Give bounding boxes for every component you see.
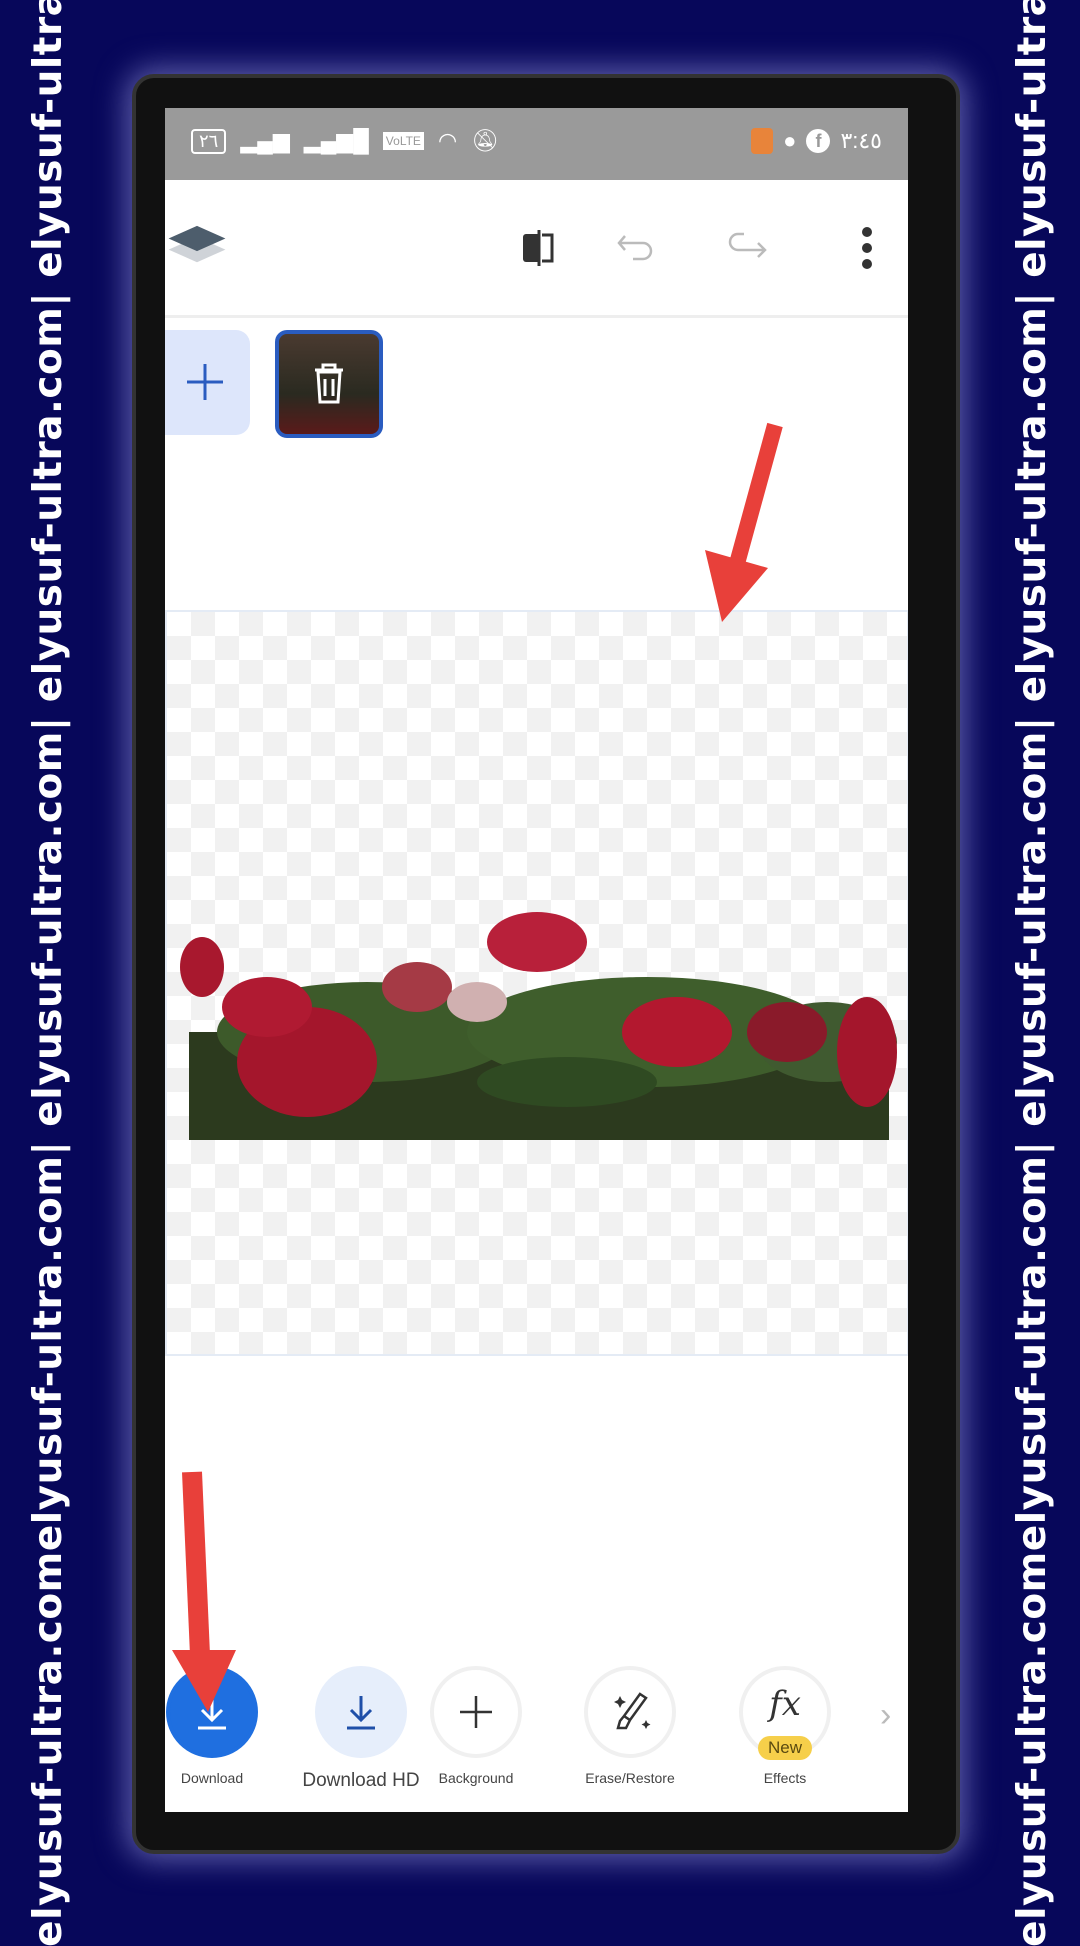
red-arrow-download — [172, 1471, 236, 1712]
annotation-arrows — [172, 422, 783, 1712]
red-arrow-canvas — [705, 422, 783, 622]
